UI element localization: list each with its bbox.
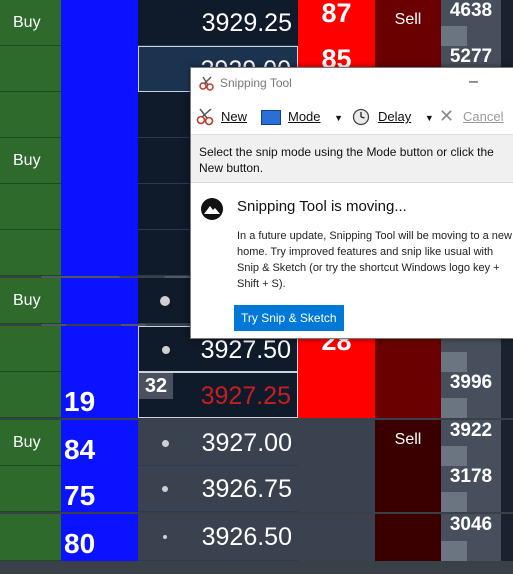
volume-value: 3996 xyxy=(449,372,493,393)
buy-button[interactable]: Buy xyxy=(0,0,61,46)
sell-cell[interactable] xyxy=(375,466,441,512)
buy-button[interactable]: Buy xyxy=(0,278,61,324)
mode-label: Mode xyxy=(288,109,321,124)
new-label: New xyxy=(221,109,248,124)
last-price-cell[interactable]: 32 3927.25 xyxy=(138,372,298,418)
bid-qty[interactable]: 19 xyxy=(61,372,138,418)
scissors-icon xyxy=(199,76,214,91)
bid-qty[interactable] xyxy=(61,184,138,230)
ladder-row: Buy 84 3927.00 Sell 3922 xyxy=(0,420,513,466)
buy-cell[interactable] xyxy=(0,466,61,512)
ladder-row: 80 3926.50 3046 xyxy=(0,514,513,561)
volume-dot-icon xyxy=(162,440,169,447)
snip-sketch-icon xyxy=(201,198,223,220)
ladder-edge xyxy=(501,466,513,512)
delay-dropdown-icon[interactable]: ▼ xyxy=(425,113,434,123)
sell-cell[interactable] xyxy=(375,514,441,561)
mode-icon xyxy=(261,110,281,125)
cancel-x-icon: ✕ xyxy=(439,106,455,126)
ladder-row: 19 32 3927.25 3996 xyxy=(0,372,513,418)
price-value: 3926.50 xyxy=(201,523,292,551)
new-snip-icon xyxy=(196,108,214,126)
volume-cell: 3922 xyxy=(441,420,501,466)
ask-qty[interactable]: 87 xyxy=(298,0,375,46)
bid-qty[interactable] xyxy=(61,0,138,46)
buy-cell[interactable] xyxy=(0,230,61,276)
buy-cell[interactable] xyxy=(0,372,61,418)
sell-cell[interactable] xyxy=(375,372,441,418)
mode-button[interactable]: Mode ▼ xyxy=(261,108,343,126)
buy-cell[interactable] xyxy=(0,184,61,230)
mode-dropdown-icon[interactable]: ▼ xyxy=(334,113,343,123)
bid-qty[interactable] xyxy=(61,278,138,324)
ladder-row: Buy 3929.25 87 Sell 4638 xyxy=(0,0,513,46)
volume-dot-icon xyxy=(162,486,168,492)
ladder-edge xyxy=(501,372,513,418)
snipping-tool-window[interactable]: Snipping Tool – New Mode ▼ Delay ▼ ✕ Can… xyxy=(190,67,513,339)
volume-dot-icon xyxy=(162,346,170,354)
clock-icon xyxy=(352,108,370,126)
cancel-button[interactable]: ✕ Cancel xyxy=(439,106,504,126)
window-title: Snipping Tool xyxy=(220,76,292,90)
sell-button[interactable]: Sell xyxy=(375,0,441,46)
ladder-row: 75 3926.75 3178 xyxy=(0,466,513,512)
volume-dot-icon xyxy=(160,296,170,306)
bid-qty[interactable]: 84 xyxy=(61,420,138,466)
volume-value: 3922 xyxy=(449,420,493,441)
price-cell[interactable]: 3926.75 xyxy=(138,466,298,512)
ladder-edge xyxy=(501,0,513,46)
buy-button[interactable]: Buy xyxy=(0,138,61,184)
ask-qty[interactable] xyxy=(298,372,375,418)
ladder-edge xyxy=(501,514,513,561)
title-bar[interactable]: Snipping Tool – xyxy=(191,68,513,99)
ask-qty[interactable] xyxy=(298,514,375,561)
bid-qty[interactable] xyxy=(61,230,138,276)
ask-qty[interactable] xyxy=(298,420,375,466)
bid-qty[interactable] xyxy=(61,46,138,92)
volume-value: 4638 xyxy=(449,0,493,21)
price-value: 3927.50 xyxy=(200,336,291,364)
toolbar: New Mode ▼ Delay ▼ ✕ Cancel xyxy=(191,99,513,135)
bid-qty[interactable]: 75 xyxy=(61,466,138,512)
price-cell[interactable]: 3927.00 xyxy=(138,420,298,466)
delay-label: Delay xyxy=(378,109,412,124)
instruction-text: Select the snip mode using the Mode butt… xyxy=(191,135,513,183)
volume-value: 5277 xyxy=(449,46,493,67)
delay-button[interactable]: Delay ▼ xyxy=(352,108,434,126)
moving-body: In a future update, Snipping Tool will b… xyxy=(237,230,512,290)
buy-cell[interactable] xyxy=(0,46,61,92)
bid-qty[interactable] xyxy=(61,326,138,372)
buy-cell[interactable] xyxy=(0,326,61,372)
minimize-button[interactable]: – xyxy=(469,73,481,91)
sell-button[interactable]: Sell xyxy=(375,420,441,466)
volume-dot-icon xyxy=(163,535,167,539)
price-value: 3926.75 xyxy=(201,475,292,503)
cancel-label: Cancel xyxy=(463,109,504,124)
price-cell[interactable]: 3929.25 xyxy=(138,0,298,46)
traded-qty-badge: 32 xyxy=(139,373,173,399)
new-button[interactable]: New xyxy=(196,108,247,126)
moving-title: Snipping Tool is moving... xyxy=(237,198,407,215)
ladder-edge xyxy=(501,420,513,466)
price-value: 3927.00 xyxy=(201,429,292,457)
volume-value: 3046 xyxy=(449,514,493,535)
ask-qty[interactable] xyxy=(298,466,375,512)
price-value: 3927.25 xyxy=(200,382,291,410)
buy-cell[interactable] xyxy=(0,514,61,561)
volume-cell: 3046 xyxy=(441,514,501,561)
volume-value: 3178 xyxy=(449,466,493,487)
buy-button[interactable]: Buy xyxy=(0,420,61,466)
bid-qty[interactable] xyxy=(61,138,138,184)
bid-qty[interactable] xyxy=(61,92,138,138)
buy-cell[interactable] xyxy=(0,92,61,138)
volume-cell: 3996 xyxy=(441,372,501,418)
try-snip-sketch-button[interactable]: Try Snip & Sketch xyxy=(234,305,344,331)
bid-qty[interactable]: 80 xyxy=(61,514,138,561)
price-cell[interactable]: 3926.50 xyxy=(138,514,298,561)
volume-cell: 3178 xyxy=(441,466,501,512)
moving-notice: Snipping Tool is moving... In a future u… xyxy=(191,183,513,338)
volume-cell: 4638 xyxy=(441,0,501,46)
